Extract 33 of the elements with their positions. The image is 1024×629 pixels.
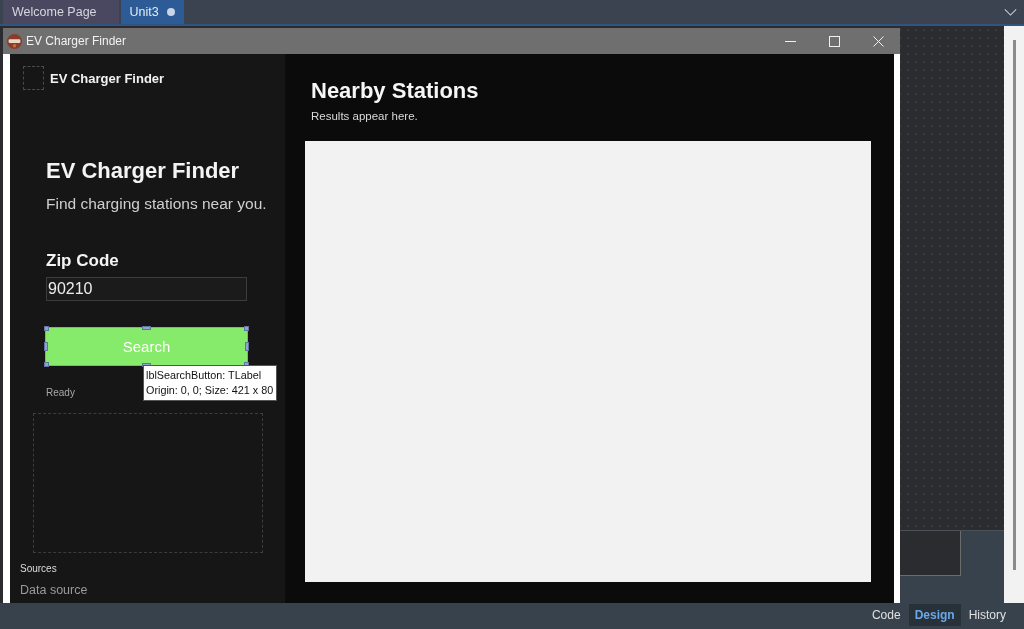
app-name: EV Charger Finder: [50, 70, 165, 86]
app-logo-icon: [7, 33, 22, 49]
view-tab[interactable]: Design: [908, 604, 961, 626]
vertical-scrollbar[interactable]: [1004, 26, 1024, 603]
tooltip-text: lblSearchButton: TLabel: [146, 368, 263, 383]
resize-handle[interactable]: [245, 342, 249, 351]
empty-frame: [900, 531, 961, 576]
data-source-link[interactable]: Data source: [20, 583, 88, 597]
resize-handle[interactable]: [44, 362, 49, 367]
resize-handle[interactable]: [44, 326, 49, 331]
editor-tab[interactable]: Welcome Page: [3, 0, 119, 24]
editor-tab[interactable]: Unit3: [120, 0, 184, 24]
maximize-icon: [828, 35, 840, 47]
results-heading: Nearby Stations: [311, 78, 479, 104]
zip-code-label: Zip Code: [46, 251, 119, 271]
sources-label: Sources: [20, 563, 57, 575]
view-tab[interactable]: History: [962, 604, 1012, 626]
window-title: EV Charger Finder: [26, 34, 127, 48]
scrollbar-thumb[interactable]: [1013, 40, 1016, 570]
sidebar-subtitle: Find charging stations near you.: [46, 194, 267, 214]
resize-handle[interactable]: [244, 326, 249, 331]
close-icon: [872, 35, 884, 47]
resize-handle[interactable]: [142, 326, 151, 330]
zip-code-field[interactable]: 90210: [46, 277, 247, 301]
minimize-icon: [784, 40, 796, 42]
sidebar-heading: EV Charger Finder: [46, 158, 240, 184]
results-subtitle: Results appear here.: [311, 109, 418, 123]
status-text: Ready: [46, 387, 75, 399]
chevron-down-icon[interactable]: [1004, 9, 1017, 16]
tooltip-text: Origin: 0, 0; Size: 421 x 80: [146, 383, 274, 398]
view-tab[interactable]: Code: [865, 604, 907, 626]
empty-image-frame: [23, 66, 44, 90]
resize-handle[interactable]: [44, 342, 48, 351]
